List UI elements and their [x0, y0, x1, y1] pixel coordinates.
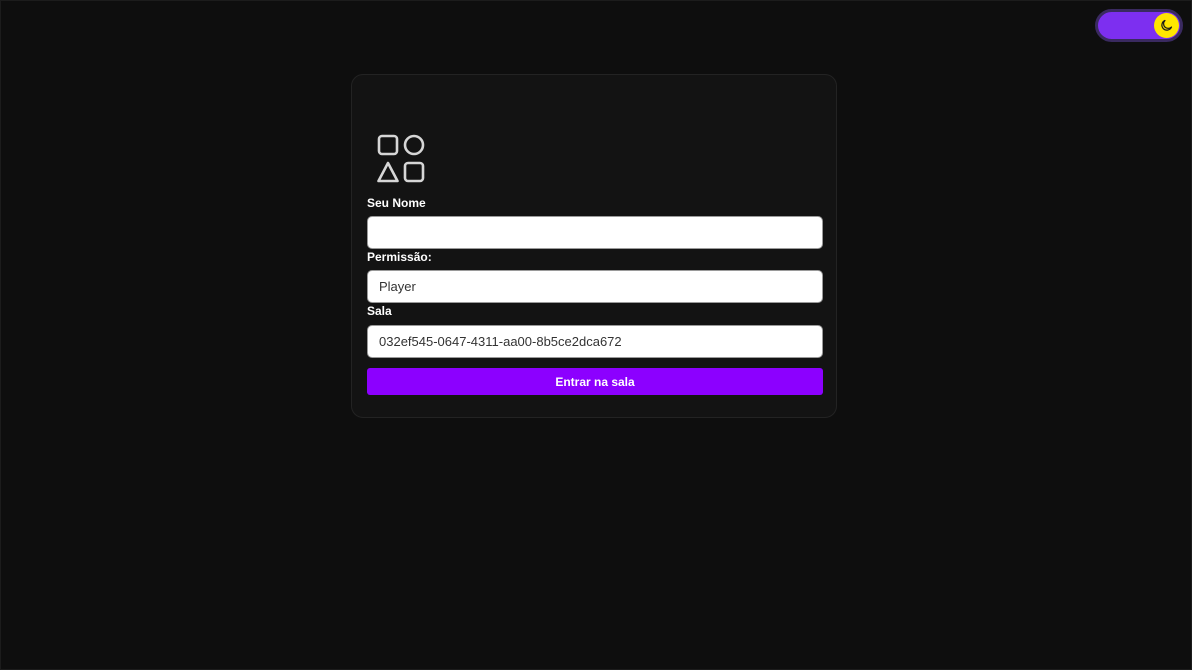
permission-label: Permissão:	[367, 250, 432, 264]
page: Seu Nome Permissão: Sala Entrar na sala	[0, 0, 1192, 670]
join-room-card: Seu Nome Permissão: Sala Entrar na sala	[351, 74, 837, 418]
join-room-button[interactable]: Entrar na sala	[367, 368, 823, 395]
room-label: Sala	[367, 304, 392, 318]
theme-toggle[interactable]	[1095, 9, 1183, 42]
permission-input[interactable]	[367, 270, 823, 303]
room-input[interactable]	[367, 325, 823, 358]
shapes-icon	[377, 134, 425, 183]
theme-toggle-knob[interactable]	[1154, 13, 1179, 38]
name-label: Seu Nome	[367, 196, 426, 210]
name-input[interactable]	[367, 216, 823, 249]
moon-icon	[1161, 19, 1173, 31]
